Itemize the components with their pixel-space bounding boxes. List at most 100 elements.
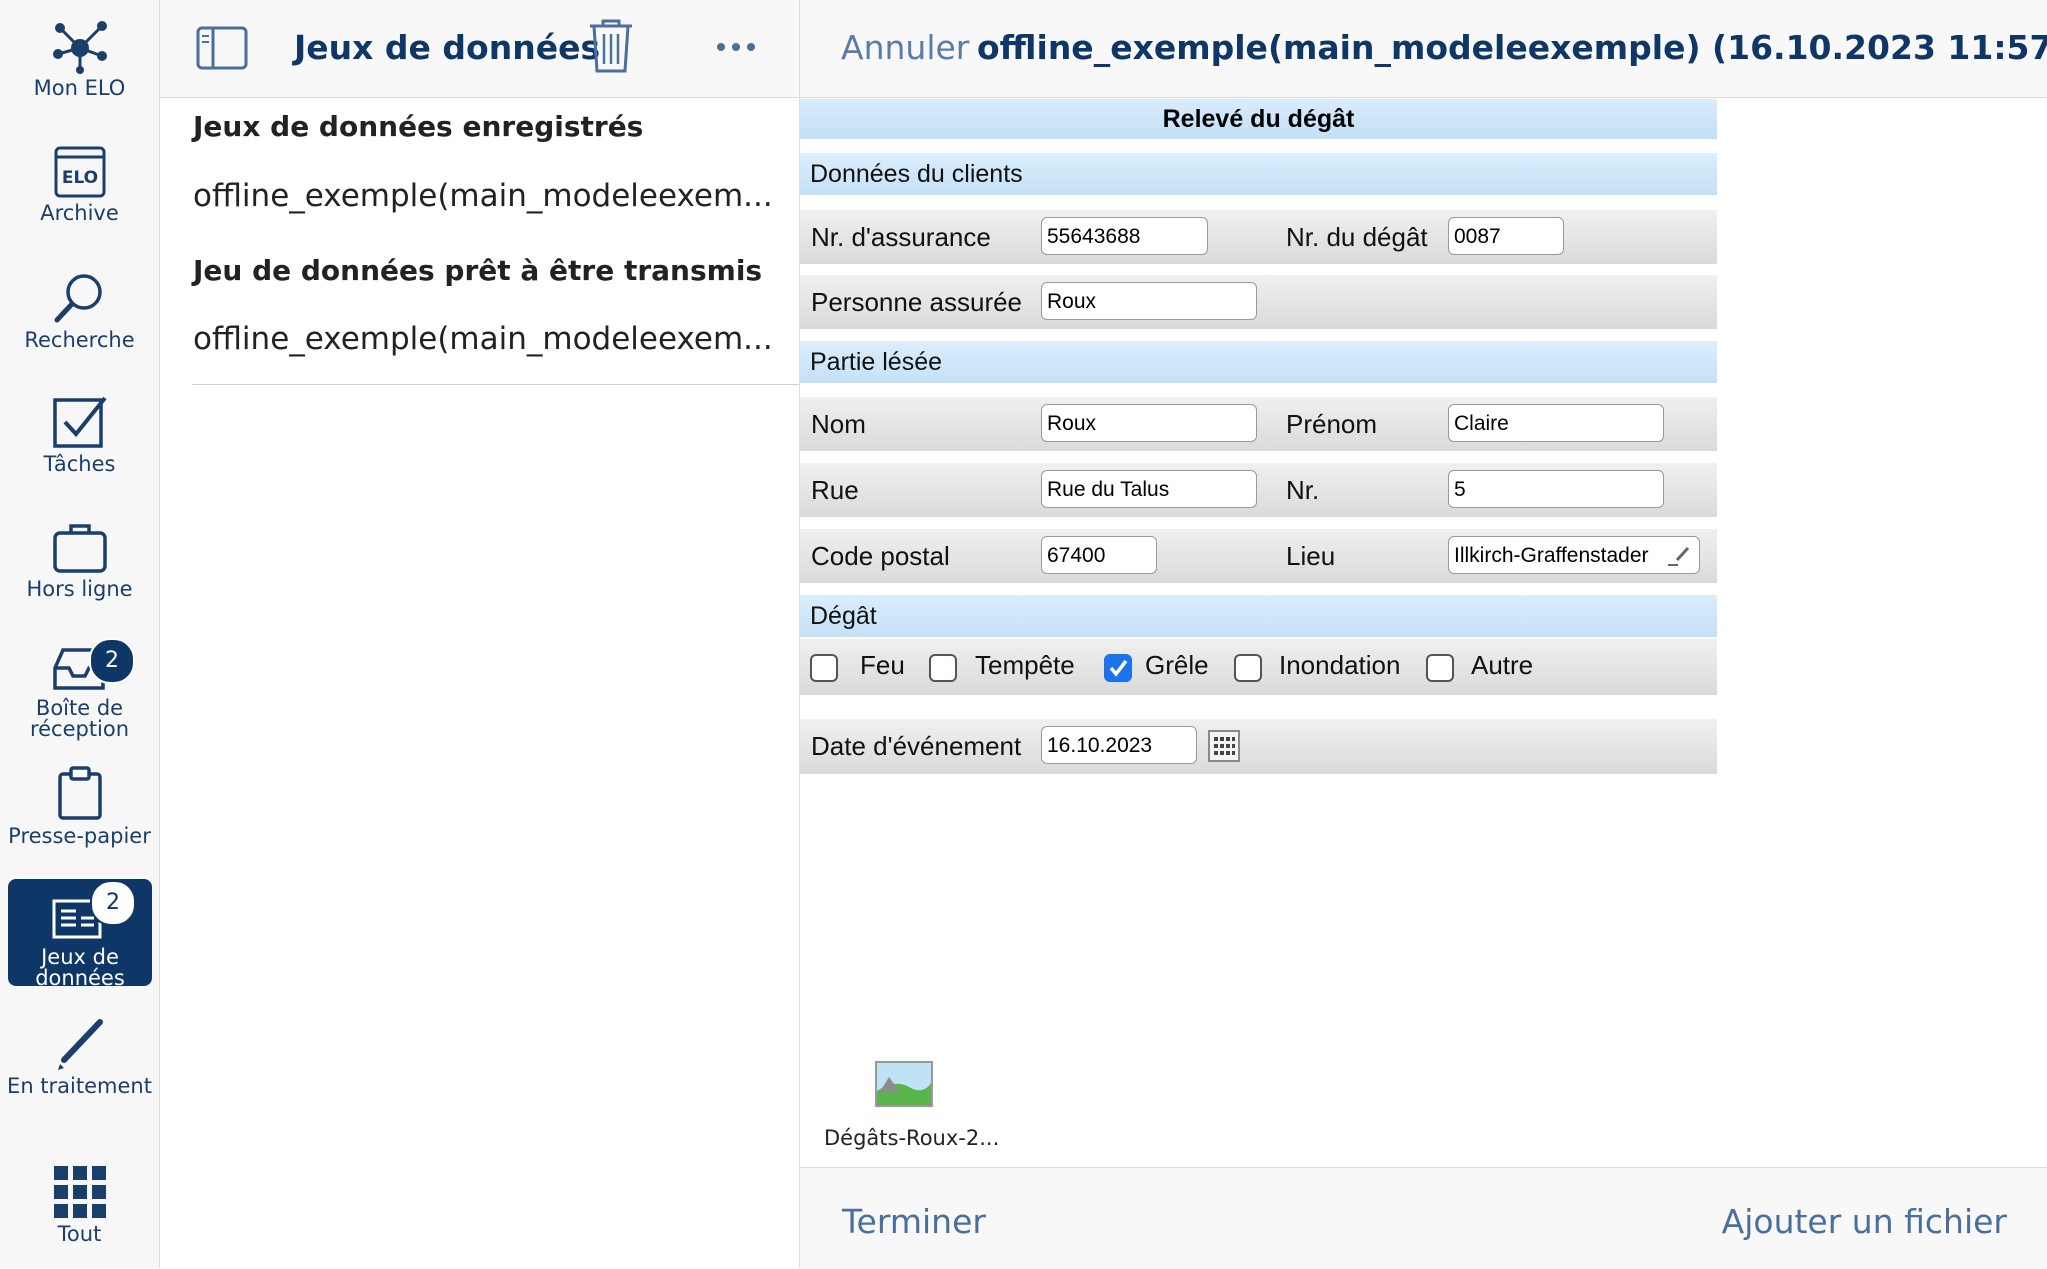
damage-type-row: Feu Tempête Grêle Inondation Autre [800, 639, 1717, 695]
event-date-label: Date d'événement [811, 731, 1022, 761]
nav-label: Archive [40, 201, 119, 225]
nav-label: Tout [57, 1222, 102, 1246]
sidebar-toggle-icon[interactable] [196, 26, 248, 70]
insurance-number-field[interactable]: 55643688 [1041, 217, 1208, 255]
checkbox-inondation[interactable] [1234, 654, 1262, 682]
section-damage: Dégât [800, 595, 1717, 637]
lastname-label: Nom [811, 409, 866, 439]
checkbox-label: Feu [860, 650, 905, 680]
form-pane: Annuler offline_exemple(main_modeleexemp… [800, 0, 2047, 1269]
checkbox-feu[interactable] [810, 654, 838, 682]
city-label: Lieu [1286, 541, 1336, 571]
nav-taches[interactable]: Tâches [0, 394, 159, 476]
nav-jeux-de-donnees[interactable]: 2 Jeux de données [8, 879, 152, 986]
section-heading-ready: Jeu de données prêt à être transmis [193, 254, 763, 287]
checkbox-autre[interactable] [1426, 654, 1454, 682]
form-row: Code postal 67400 Lieu Illkirch-Graffens… [800, 529, 1717, 583]
cancel-button[interactable]: Annuler [841, 28, 969, 67]
dataset-item[interactable]: offline_exemple(main_modeleexem... [193, 178, 773, 214]
firstname-label: Prénom [1286, 409, 1378, 439]
nav-presse-papier[interactable]: Presse-papier [0, 764, 159, 848]
damage-report-form: Relevé du dégât Données du clients Nr. d… [800, 99, 1717, 774]
firstname-field[interactable]: Claire [1448, 404, 1664, 442]
nav-label: Recherche [24, 328, 135, 352]
form-row: Nr. d'assurance 55643688 Nr. du dégât 00… [800, 210, 1717, 264]
page-title: Jeux de données [294, 28, 601, 67]
house-number-label: Nr. [1286, 475, 1320, 505]
nav-mon-elo[interactable]: Mon ELO [0, 18, 159, 100]
briefcase-icon [52, 524, 107, 573]
dataset-list-pane: Jeux de données Jeux de données enregist… [160, 0, 800, 1268]
attachment-name: Dégâts-Roux-2... [824, 1126, 1000, 1150]
insured-person-field[interactable]: Roux [1041, 282, 1257, 320]
datasets-count-badge: 2 [90, 880, 136, 926]
pencil-icon [57, 1019, 103, 1070]
bottom-action-bar: Terminer Ajouter un fichier [800, 1167, 2047, 1269]
checkbox-label: Grêle [1145, 650, 1209, 680]
dataset-item[interactable]: offline_exemple(main_modeleexem... [193, 321, 773, 357]
nav-boite-reception[interactable]: 2 Boîte de réception [0, 638, 159, 748]
nav-label: données [35, 966, 125, 987]
document-title: offline_exemple(main_modeleexemple) (16.… [977, 28, 2047, 67]
checkbox-label: Inondation [1279, 650, 1401, 680]
checkbox-label: Autre [1471, 650, 1534, 680]
house-number-field[interactable]: 5 [1448, 470, 1664, 508]
nav-label: Presse-papier [8, 824, 151, 848]
form-row: Personne assurée Roux [800, 275, 1717, 329]
nav-label: En traitement [7, 1074, 152, 1098]
trash-icon[interactable] [588, 18, 634, 74]
inbox-count-badge: 2 [89, 638, 135, 684]
street-field[interactable]: Rue du Talus [1041, 470, 1257, 508]
edit-pencil-icon[interactable] [1666, 545, 1692, 567]
section-heading-saved: Jeux de données enregistrés [193, 110, 644, 143]
more-options-icon[interactable] [716, 42, 756, 52]
divider [192, 384, 799, 385]
insurance-number-label: Nr. d'assurance [811, 222, 991, 252]
elo-archive-icon: ELO [54, 146, 105, 198]
form-row: Nom Roux Prénom Claire [800, 397, 1717, 451]
finish-button[interactable]: Terminer [842, 1202, 986, 1241]
add-file-button[interactable]: Ajouter un fichier [1722, 1202, 2007, 1241]
damage-number-field[interactable]: 0087 [1448, 217, 1564, 255]
nav-label: Hors ligne [26, 577, 133, 601]
postcode-label: Code postal [811, 541, 950, 571]
calendar-icon[interactable] [1208, 730, 1240, 762]
lastname-field[interactable]: Roux [1041, 404, 1257, 442]
form-title: Relevé du dégât [800, 99, 1717, 139]
nav-label: Jeux de [41, 945, 119, 969]
street-label: Rue [811, 475, 859, 505]
form-header-bar: Annuler offline_exemple(main_modeleexemp… [800, 0, 2047, 98]
dataset-list-header: Jeux de données [160, 0, 799, 98]
image-file-icon [875, 1061, 933, 1107]
nav-en-traitement[interactable]: En traitement [0, 1016, 159, 1098]
city-field[interactable]: Illkirch-Graffenstader [1448, 536, 1700, 574]
attachment-tile[interactable]: Dégâts-Roux-2... [800, 1055, 999, 1155]
postcode-field[interactable]: 67400 [1041, 536, 1157, 574]
nav-label: Mon ELO [33, 76, 126, 100]
section-injured-party: Partie lésée [800, 341, 1717, 383]
grid-icon [53, 1166, 106, 1218]
checkmark-icon [1109, 659, 1128, 677]
nav-tout[interactable]: Tout [0, 1164, 159, 1246]
checkbox-grele[interactable] [1104, 654, 1132, 682]
nav-recherche[interactable]: Recherche [0, 270, 159, 352]
form-row: Date d'événement 16.10.2023 [800, 719, 1717, 774]
checkbox-tempete[interactable] [929, 654, 957, 682]
network-icon [52, 21, 107, 74]
navigation-rail: Mon ELO ELO Archive Recherche Tâches Hor… [0, 0, 160, 1268]
nav-label: réception [29, 717, 130, 741]
nav-archive[interactable]: ELO Archive [0, 145, 159, 227]
svg-text:ELO: ELO [61, 168, 97, 188]
checkbox-label: Tempête [975, 650, 1075, 680]
section-client-data: Données du clients [800, 153, 1717, 195]
search-icon [54, 274, 102, 323]
event-date-field[interactable]: 16.10.2023 [1041, 726, 1197, 764]
damage-number-label: Nr. du dégât [1286, 222, 1428, 252]
insured-person-label: Personne assurée [811, 287, 1023, 317]
nav-hors-ligne[interactable]: Hors ligne [0, 519, 159, 601]
nav-label: Boîte de [35, 696, 124, 720]
clipboard-icon [57, 766, 102, 820]
nav-label: Tâches [43, 452, 116, 476]
checkbox-icon [52, 396, 107, 448]
form-row: Rue Rue du Talus Nr. 5 [800, 463, 1717, 517]
